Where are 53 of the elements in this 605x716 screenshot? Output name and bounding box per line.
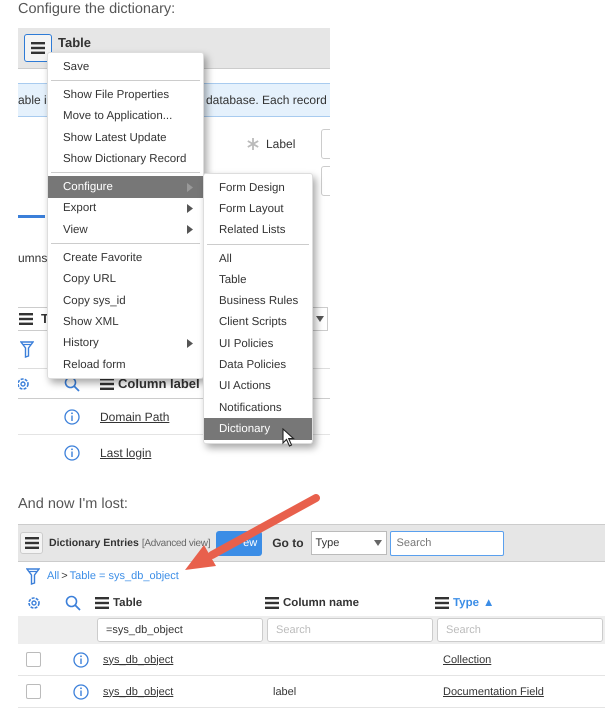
list-title: Dictionary Entries <box>49 537 139 549</box>
table-link[interactable]: sys_db_object <box>103 686 174 698</box>
banner-text: database. Each record <box>206 93 327 107</box>
column-header[interactable]: Column label <box>118 376 200 391</box>
caption-text: Configure the dictionary: <box>18 0 176 18</box>
filter-field[interactable]: =sys_db_object <box>97 618 263 642</box>
menu-item[interactable]: Related Lists <box>204 220 312 241</box>
menu-item[interactable]: Create Favorite <box>48 247 203 269</box>
filter-field[interactable]: Search <box>267 618 433 642</box>
column-header[interactable]: Column name <box>283 597 360 609</box>
search-field[interactable]: Search <box>390 530 504 556</box>
menu-item[interactable]: Business Rules <box>204 290 312 312</box>
tab-label[interactable]: umns <box>18 251 48 267</box>
goto-label: Go to <box>272 536 304 550</box>
menu-item[interactable]: Client Scripts <box>204 312 312 334</box>
banner-text: able i <box>18 93 47 107</box>
menu-item[interactable]: Dictionary <box>204 418 312 440</box>
filter-field[interactable]: Search <box>437 618 603 642</box>
menu-item[interactable]: Data Policies <box>204 354 312 376</box>
field-label: Label <box>266 137 296 151</box>
menu-item[interactable]: History <box>48 332 203 354</box>
menu-item[interactable]: Configure <box>48 176 203 198</box>
menu-item[interactable]: Move to Application... <box>48 106 203 127</box>
menu-item[interactable]: Show Dictionary Record <box>48 148 203 170</box>
menu-item[interactable]: Table <box>204 269 312 290</box>
menu-item[interactable]: Show File Properties <box>48 84 203 106</box>
menu-item[interactable]: Show XML <box>48 311 203 333</box>
column-header[interactable]: Table <box>113 597 142 609</box>
view-label: [Advanced view] <box>142 538 210 548</box>
menu-item[interactable]: All <box>204 248 312 270</box>
table-cell: label <box>273 686 296 698</box>
menu-item[interactable]: Export <box>48 198 203 220</box>
sort-indicator: ▲ <box>483 597 494 609</box>
menu-item[interactable]: Form Design <box>204 177 312 198</box>
field-dropdown[interactable]: Type <box>310 531 387 555</box>
caption-text: And now I'm lost: <box>18 495 129 513</box>
record-link[interactable]: Domain Path <box>100 410 170 424</box>
menu-item[interactable]: Copy URL <box>48 268 203 290</box>
menu-item[interactable]: Show Latest Update <box>48 126 203 148</box>
menu-item[interactable]: Save <box>48 56 203 78</box>
menu-item[interactable]: View <box>48 219 203 240</box>
table-link[interactable]: sys_db_object <box>103 654 174 666</box>
type-link[interactable]: Documentation Field <box>443 686 544 698</box>
breadcrumb-separator: > <box>61 570 68 582</box>
type-link[interactable]: Collection <box>443 654 492 666</box>
record-link[interactable]: Last login <box>100 446 152 460</box>
form-title: Table <box>58 35 91 50</box>
menu-item[interactable]: UI Actions <box>204 376 312 397</box>
menu-item[interactable]: UI Policies <box>204 333 312 354</box>
menu-item[interactable]: Reload form <box>48 354 203 376</box>
menu-item[interactable]: Form Layout <box>204 198 312 220</box>
menu-item[interactable]: Notifications <box>204 396 312 418</box>
menu-item[interactable]: Copy sys_id <box>48 290 203 312</box>
